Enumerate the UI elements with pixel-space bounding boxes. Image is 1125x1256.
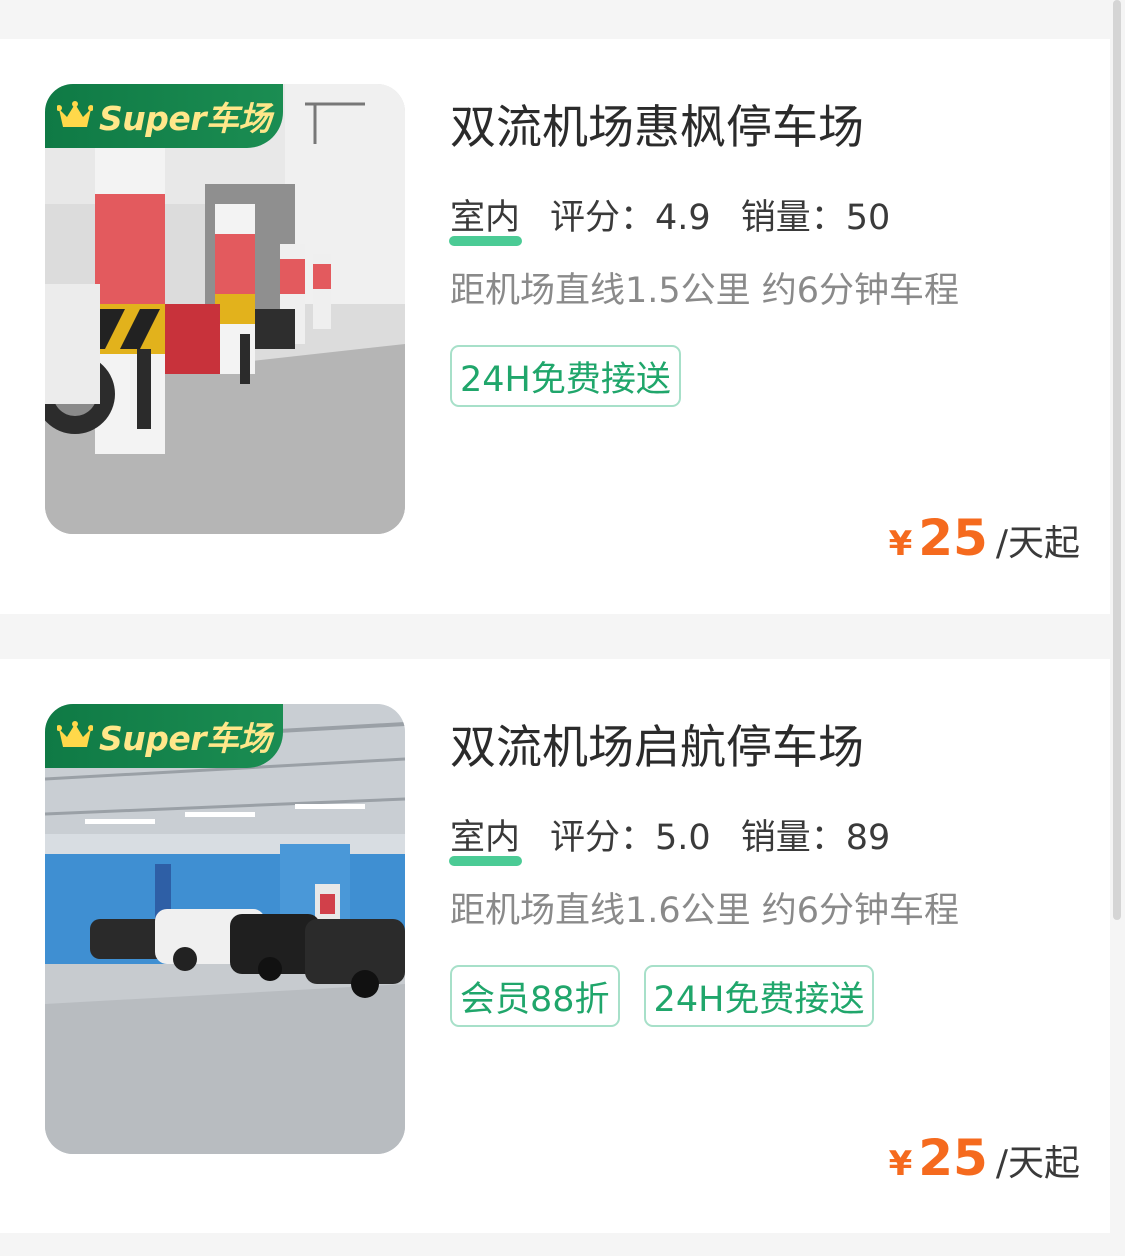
super-parking-badge: Super车场 <box>45 84 283 148</box>
crown-icon <box>57 721 93 747</box>
badge-label: Super车场 <box>99 99 272 138</box>
parking-listing-card[interactable]: Super车场 双流机场启航停车场 室内 评分：5.0 销量：89 距机场直线1… <box>0 659 1110 1233</box>
rating-label: 评分： <box>550 818 656 858</box>
distance-info: 距机场直线1.6公里 约6分钟车程 <box>450 891 960 931</box>
parking-title[interactable]: 双流机场启航停车场 <box>450 711 864 777</box>
crown-icon <box>57 101 93 127</box>
tag-list: 会员88折 24H免费接送 <box>450 965 875 1027</box>
tag-free-shuttle: 24H免费接送 <box>643 965 875 1027</box>
tag-list: 24H免费接送 <box>450 345 681 407</box>
parking-garage-image <box>45 704 405 1154</box>
rating: 评分：5.0 <box>550 809 711 860</box>
currency-symbol: ¥ <box>888 1144 913 1184</box>
price: ¥ 25 /天起 <box>889 1129 1080 1187</box>
price-value: 25 <box>918 1129 988 1187</box>
tag-free-shuttle: 24H免费接送 <box>450 345 681 407</box>
badge-label: Super车场 <box>99 719 272 758</box>
sales-label: 销量： <box>740 818 846 858</box>
indoor-label: 室内 <box>449 189 523 246</box>
rating-label: 评分： <box>550 198 656 238</box>
parking-photo[interactable]: Super车场 <box>45 704 405 1154</box>
indoor-label: 室内 <box>449 809 523 866</box>
parking-title[interactable]: 双流机场惠枫停车场 <box>450 91 864 157</box>
parking-listing-card[interactable]: Super车场 双流机场惠枫停车场 室内 评分：4.9 销量：50 距机场直线1… <box>0 39 1110 614</box>
parking-garage-image <box>45 84 405 534</box>
rating-value: 4.9 <box>655 198 711 238</box>
distance-info: 距机场直线1.5公里 约6分钟车程 <box>450 271 960 311</box>
scrollbar[interactable] <box>1113 0 1121 920</box>
sales: 销量：89 <box>741 809 891 860</box>
price-unit: /天起 <box>995 523 1080 564</box>
parking-meta: 室内 评分：4.9 销量：50 <box>449 189 891 246</box>
sales-value: 50 <box>845 198 891 238</box>
sales-value: 89 <box>845 818 891 858</box>
tag-member-discount: 会员88折 <box>450 965 620 1027</box>
price-unit: /天起 <box>995 1143 1080 1184</box>
currency-symbol: ¥ <box>888 524 913 564</box>
rating-value: 5.0 <box>655 818 711 858</box>
parking-meta: 室内 评分：5.0 销量：89 <box>449 809 891 866</box>
super-parking-badge: Super车场 <box>45 704 283 768</box>
sales: 销量：50 <box>741 189 891 240</box>
price: ¥ 25 /天起 <box>889 509 1080 567</box>
sales-label: 销量： <box>740 198 846 238</box>
rating: 评分：4.9 <box>550 189 711 240</box>
parking-photo[interactable]: Super车场 <box>45 84 405 534</box>
price-value: 25 <box>918 509 988 567</box>
